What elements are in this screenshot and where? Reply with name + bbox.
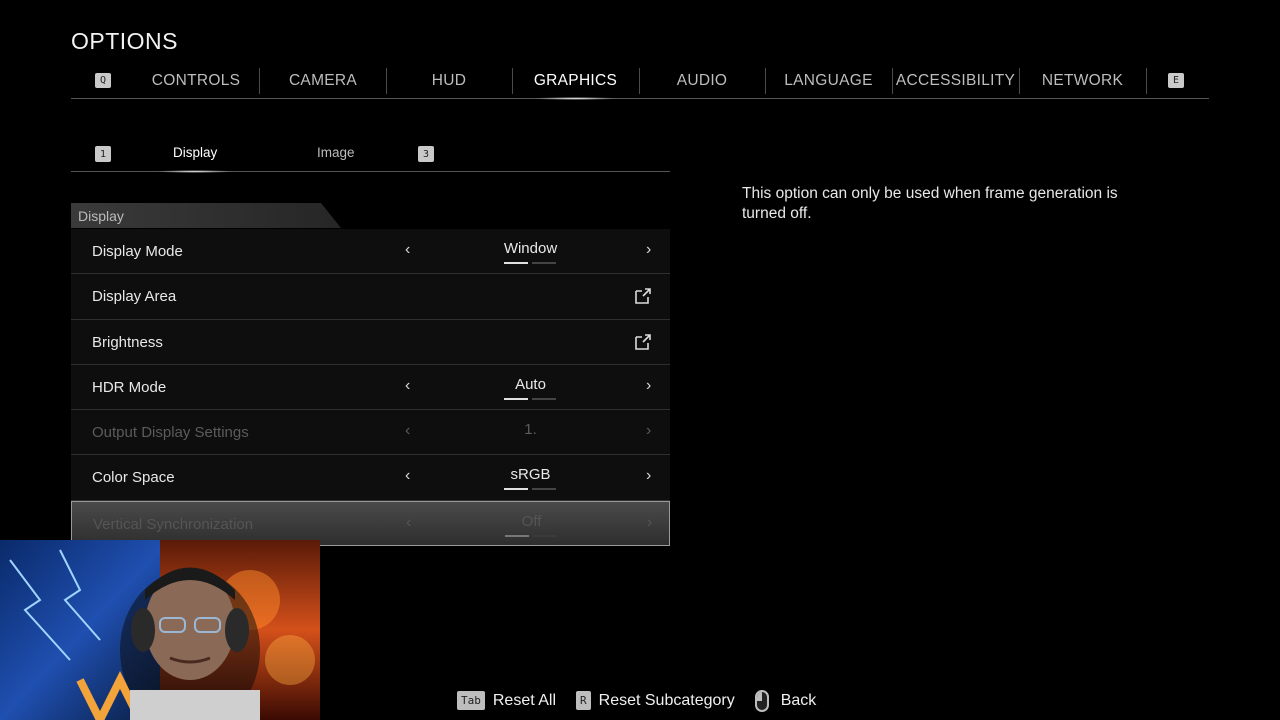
- chevron-right-icon[interactable]: ›: [646, 241, 651, 259]
- section-title: Display: [78, 208, 124, 224]
- option-indicator: [504, 262, 556, 265]
- chevron-right-icon[interactable]: ›: [646, 377, 651, 395]
- setting-value: sRGB: [510, 466, 551, 484]
- option-pip: [532, 488, 556, 491]
- option-pip: [532, 262, 556, 264]
- setting-label: Brightness: [92, 333, 163, 351]
- settings-list: Display Mode ‹ Window › Display Area Bri…: [71, 229, 670, 547]
- q-key-hint[interactable]: Q: [95, 73, 111, 88]
- chevron-left-icon[interactable]: ‹: [405, 467, 410, 485]
- setting-value: Off: [521, 512, 542, 530]
- option-description: This option can only be used when frame …: [742, 185, 1118, 222]
- setting-label: Vertical Synchronization: [93, 515, 254, 533]
- setting-label: HDR Mode: [92, 378, 167, 396]
- setting-display-mode[interactable]: Display Mode ‹ Window ›: [71, 229, 670, 275]
- option-pip: [533, 534, 557, 537]
- 1-key-hint[interactable]: 1: [95, 146, 111, 162]
- top-tab-bar: Q CONTROLS CAMERA HUD GRAPHICS AUDIO LAN…: [71, 64, 1209, 100]
- setting-label: Output Display Settings: [92, 424, 249, 442]
- option-pip: [532, 397, 556, 400]
- tab-camera[interactable]: CAMERA: [260, 64, 386, 98]
- chevron-left-icon[interactable]: ‹: [405, 241, 410, 259]
- setting-value: 1.: [524, 421, 537, 439]
- subtab-image[interactable]: Image: [317, 145, 355, 160]
- setting-label: Display Mode: [92, 243, 183, 260]
- setting-hdr-mode[interactable]: HDR Mode ‹ Auto ›: [71, 364, 670, 411]
- subtab-display[interactable]: Display: [156, 145, 234, 173]
- setting-value: Auto: [515, 375, 546, 393]
- chevron-right-icon[interactable]: ›: [646, 422, 651, 440]
- mouse-icon: [754, 689, 769, 712]
- setting-output-display[interactable]: Output Display Settings ‹ 1. ›: [71, 410, 670, 456]
- 3-key-hint[interactable]: 3: [418, 146, 434, 162]
- sub-tab-bar: 1 Display Image 3: [71, 138, 670, 173]
- tab-hud[interactable]: HUD: [386, 64, 512, 98]
- tab-controls[interactable]: CONTROLS: [131, 64, 261, 98]
- reset-subcategory-button[interactable]: Reset Subcategory: [599, 692, 735, 710]
- option-indicator: [504, 488, 556, 491]
- option-pip: [504, 488, 528, 491]
- chevron-left-icon[interactable]: ‹: [405, 422, 410, 440]
- setting-brightness[interactable]: Brightness: [71, 319, 670, 365]
- chevron-right-icon[interactable]: ›: [647, 514, 652, 532]
- option-indicator: [504, 397, 556, 401]
- tab-graphics[interactable]: GRAPHICS: [512, 64, 639, 100]
- back-button[interactable]: Back: [781, 692, 817, 710]
- option-pip: [505, 534, 529, 537]
- option-indicator: [505, 534, 557, 538]
- setting-color-space[interactable]: Color Space ‹ sRGB ›: [71, 455, 670, 501]
- setting-display-area[interactable]: Display Area: [71, 274, 670, 320]
- option-pip: [504, 262, 528, 264]
- setting-label: Display Area: [92, 288, 177, 306]
- setting-value: Window: [503, 240, 558, 257]
- reset-all-button[interactable]: Reset All: [493, 692, 556, 710]
- section-header: Display: [71, 203, 341, 228]
- tab-accessibility[interactable]: ACCESSIBILITY: [892, 64, 1019, 98]
- footer-actions: Tab Reset All R Reset Subcategory Back: [457, 688, 836, 713]
- external-link-icon[interactable]: [634, 287, 652, 305]
- tab-audio[interactable]: AUDIO: [639, 64, 765, 98]
- tab-language[interactable]: LANGUAGE: [765, 64, 892, 98]
- chevron-right-icon[interactable]: ›: [646, 467, 651, 485]
- webcam-image: [0, 540, 320, 720]
- chevron-left-icon[interactable]: ‹: [405, 377, 410, 395]
- option-pip: [504, 397, 528, 400]
- external-link-icon[interactable]: [634, 333, 652, 351]
- tab-divider: [1146, 68, 1147, 94]
- setting-label: Color Space: [92, 469, 175, 487]
- tab-key-hint: Tab: [457, 691, 485, 710]
- webcam-overlay: [0, 540, 320, 720]
- r-key-hint: R: [576, 691, 591, 710]
- page-title: OPTIONS: [71, 28, 179, 54]
- tab-network[interactable]: NETWORK: [1019, 64, 1146, 98]
- chevron-left-icon[interactable]: ‹: [406, 514, 411, 532]
- e-key-hint[interactable]: E: [1168, 73, 1184, 88]
